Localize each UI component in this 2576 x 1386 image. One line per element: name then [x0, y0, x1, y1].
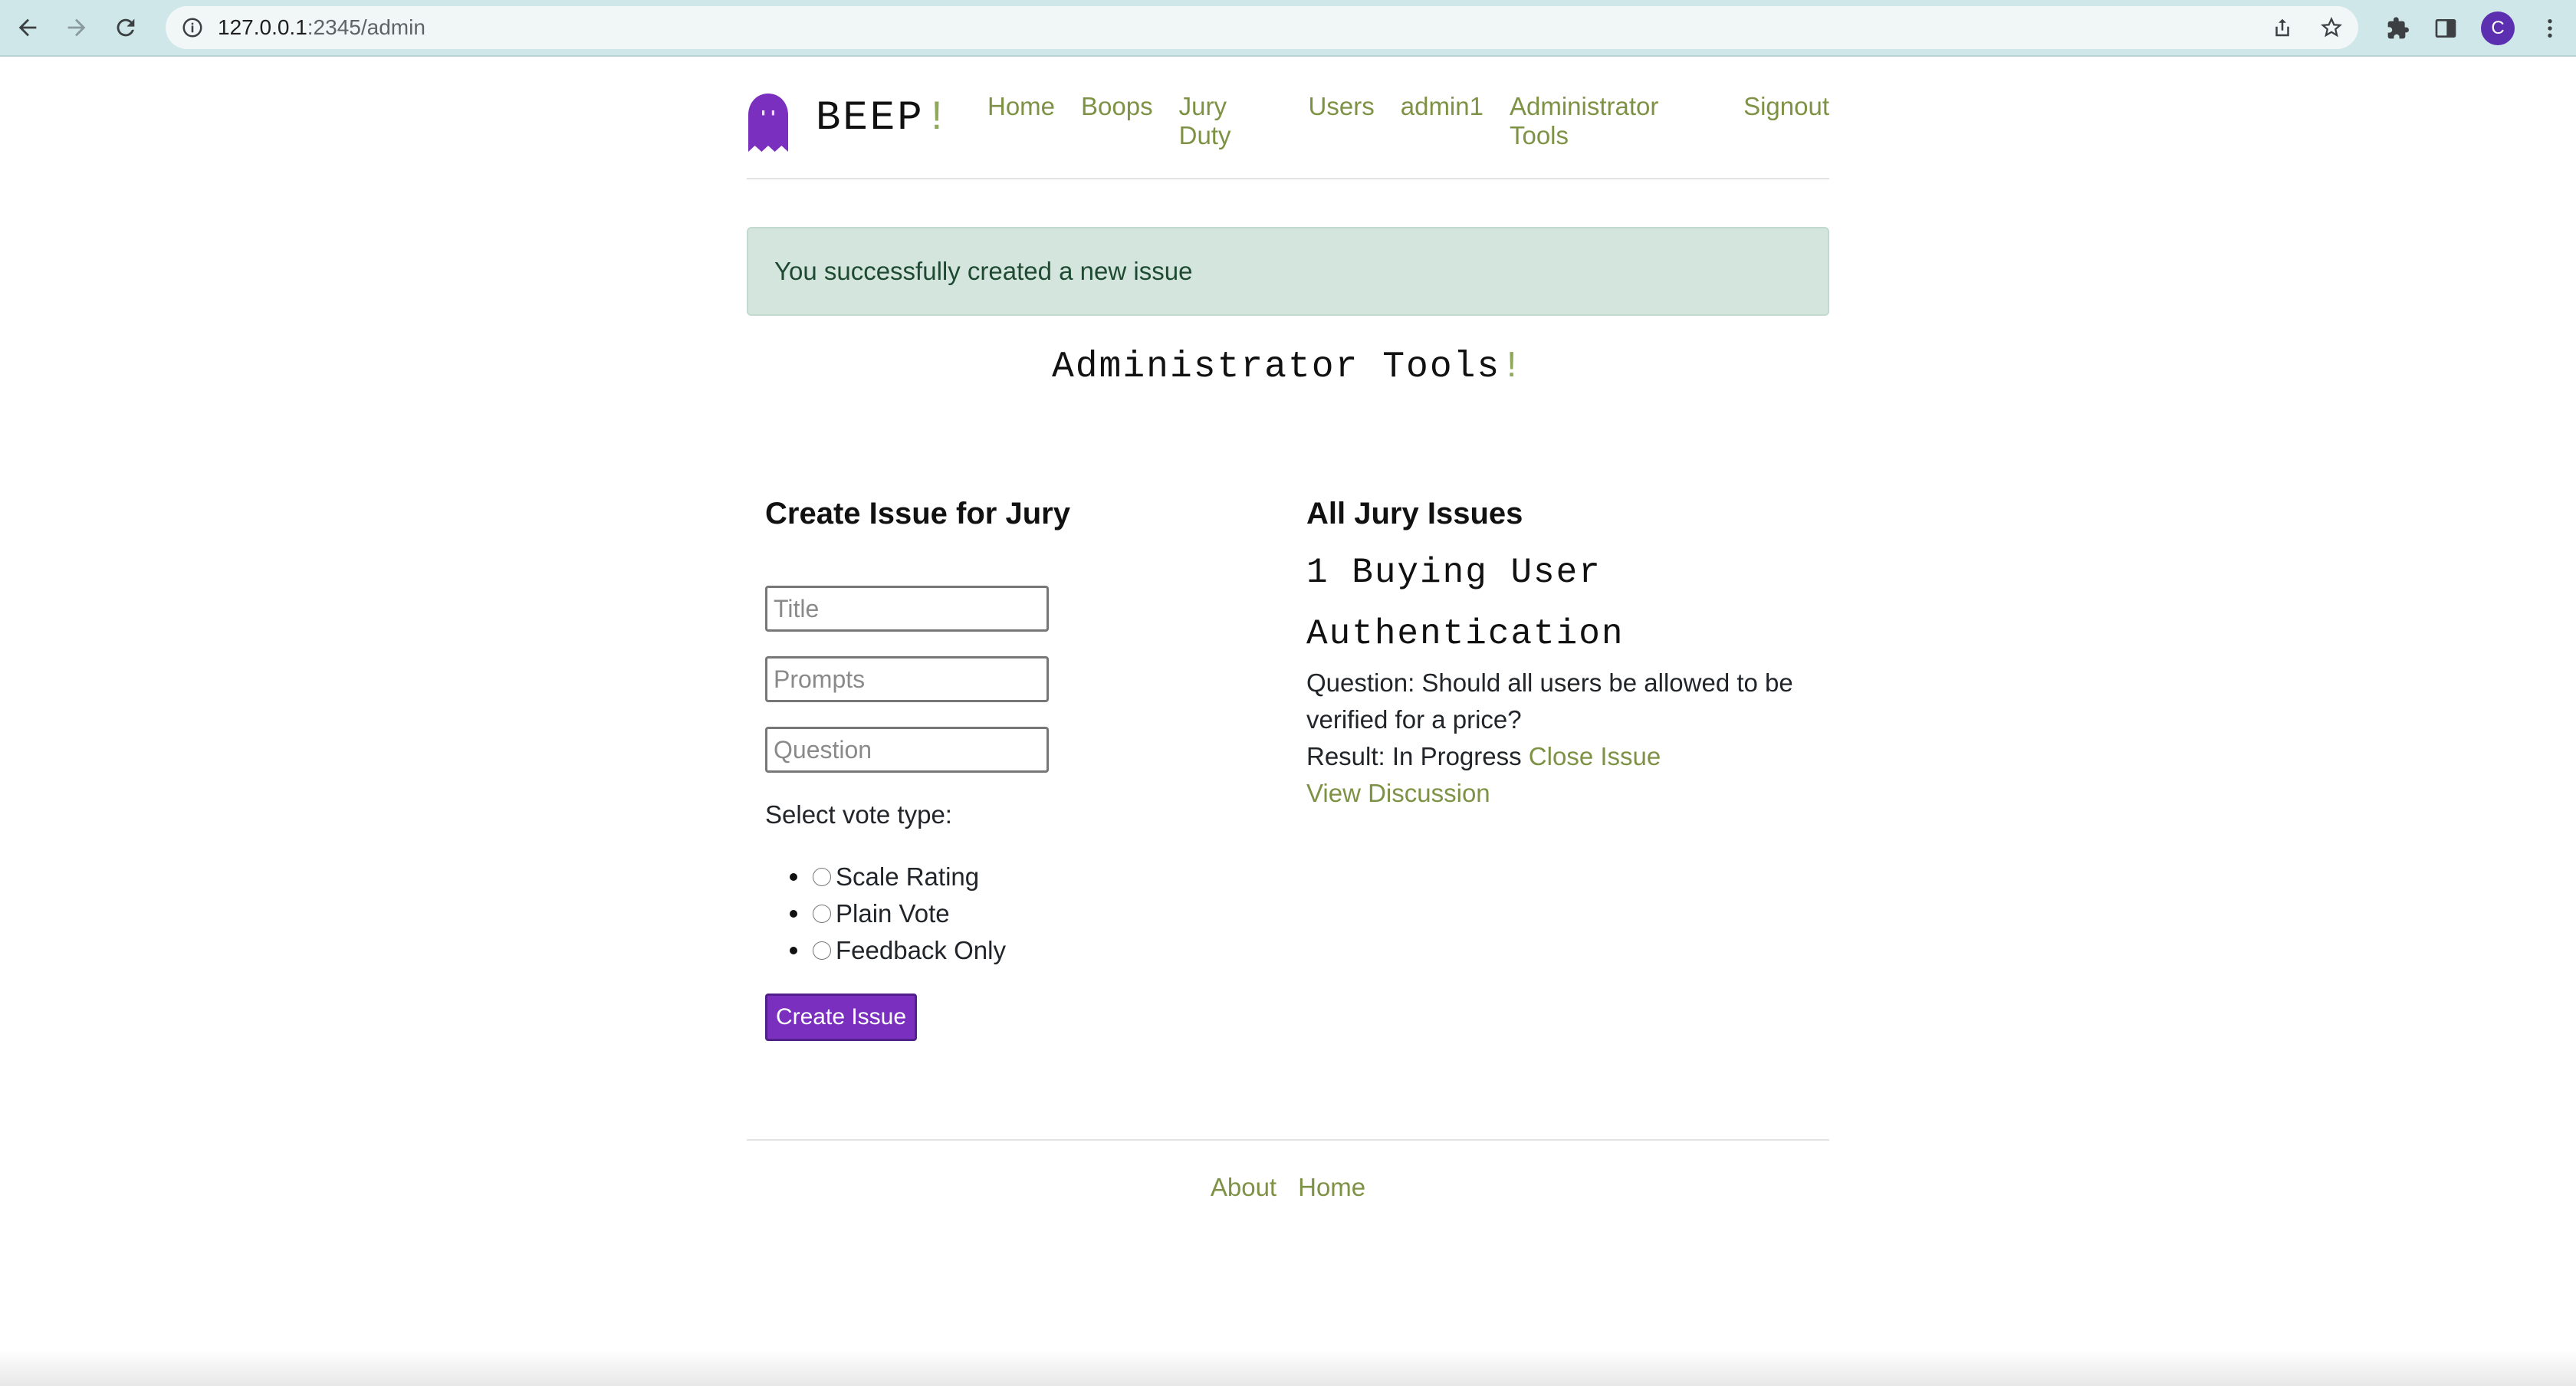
jury-issues-heading: All Jury Issues — [1306, 497, 1523, 530]
address-bar[interactable]: 127.0.0.1:2345/admin — [166, 6, 2358, 49]
issue-result: Result: In Progress — [1306, 742, 1522, 770]
reload-icon — [117, 18, 135, 37]
nav-home[interactable]: Home — [987, 92, 1055, 150]
prompts-input[interactable] — [765, 656, 1049, 702]
footer-home-link[interactable]: Home — [1298, 1173, 1365, 1202]
browser-toolbar: 127.0.0.1:2345/admin C — [0, 0, 2576, 57]
issue-result-row: Result: In Progress Close Issue — [1306, 738, 1812, 775]
issue-title: 1 Buying User Authentication — [1306, 553, 1625, 654]
site-info-icon[interactable] — [181, 16, 204, 39]
nav-jury-duty[interactable]: Jury Duty — [1179, 92, 1283, 150]
vote-option-feedback-only: Feedback Only — [790, 932, 1006, 969]
url-text[interactable]: 127.0.0.1:2345/admin — [218, 15, 426, 40]
scale-rating-label[interactable]: Scale Rating — [836, 862, 979, 892]
question-input[interactable] — [765, 727, 1049, 773]
nav-signout[interactable]: Signout — [1743, 92, 1829, 150]
jury-issues-panel: All Jury Issues 1 Buying User Authentica… — [1306, 497, 1812, 812]
feedback-only-radio[interactable] — [813, 941, 831, 960]
plain-vote-label[interactable]: Plain Vote — [836, 899, 950, 928]
list-bullet — [790, 873, 797, 881]
vote-option-plain-vote: Plain Vote — [790, 895, 1006, 932]
issue-item: 1 Buying User Authentication Question: S… — [1306, 542, 1812, 812]
create-issue-button[interactable]: Create Issue — [765, 994, 917, 1041]
list-bullet — [790, 910, 797, 918]
reload-button[interactable] — [104, 6, 147, 49]
nav-boops[interactable]: Boops — [1081, 92, 1153, 150]
nav-administrator-tools[interactable]: Administrator Tools — [1510, 92, 1717, 150]
side-panel-icon[interactable] — [2433, 16, 2458, 41]
site-footer: About Home — [747, 1139, 1829, 1202]
menu-kebab-icon[interactable] — [2538, 16, 2562, 41]
page-title: Administrator Tools! — [1051, 346, 1525, 388]
back-arrow-icon — [18, 18, 37, 37]
issue-question: Question: Should all users be allowed to… — [1306, 668, 1793, 734]
vote-option-scale-rating: Scale Rating — [790, 859, 1006, 895]
site-header: BEEP! Home Boops Jury Duty Users admin1 … — [747, 81, 1829, 179]
brand-name[interactable]: BEEP! — [816, 95, 951, 142]
vote-type-list: Scale Rating Plain Vote Feedback Only — [790, 859, 1006, 969]
back-button[interactable] — [6, 6, 49, 49]
window-bottom-shadow — [0, 1349, 2576, 1386]
ghost-logo-icon[interactable] — [747, 92, 790, 153]
nav-profile-admin1[interactable]: admin1 — [1401, 92, 1484, 150]
profile-avatar[interactable]: C — [2481, 11, 2515, 45]
success-alert: You successfully created a new issue — [747, 227, 1829, 316]
issue-discussion-row: View Discussion — [1306, 775, 1812, 812]
plain-vote-radio[interactable] — [813, 905, 831, 923]
main-nav: Home Boops Jury Duty Users admin1 Admini… — [987, 92, 1829, 150]
extensions-puzzle-icon[interactable] — [2386, 16, 2410, 41]
footer-about-link[interactable]: About — [1211, 1173, 1276, 1202]
create-issue-heading: Create Issue for Jury — [765, 497, 1070, 530]
share-icon[interactable] — [2271, 16, 2294, 39]
nav-users[interactable]: Users — [1309, 92, 1375, 150]
vote-type-label: Select vote type: — [765, 800, 952, 829]
title-input[interactable] — [765, 586, 1049, 632]
scale-rating-radio[interactable] — [813, 868, 831, 886]
close-issue-link[interactable]: Close Issue — [1529, 742, 1661, 770]
forward-button[interactable] — [55, 6, 98, 49]
list-bullet — [790, 947, 797, 954]
forward-arrow-icon — [67, 18, 86, 37]
view-discussion-link[interactable]: View Discussion — [1306, 779, 1490, 807]
feedback-only-label[interactable]: Feedback Only — [836, 936, 1006, 965]
create-issue-form: Create Issue for Jury Select vote type: … — [765, 497, 1225, 1041]
bookmark-star-icon[interactable] — [2320, 16, 2343, 39]
